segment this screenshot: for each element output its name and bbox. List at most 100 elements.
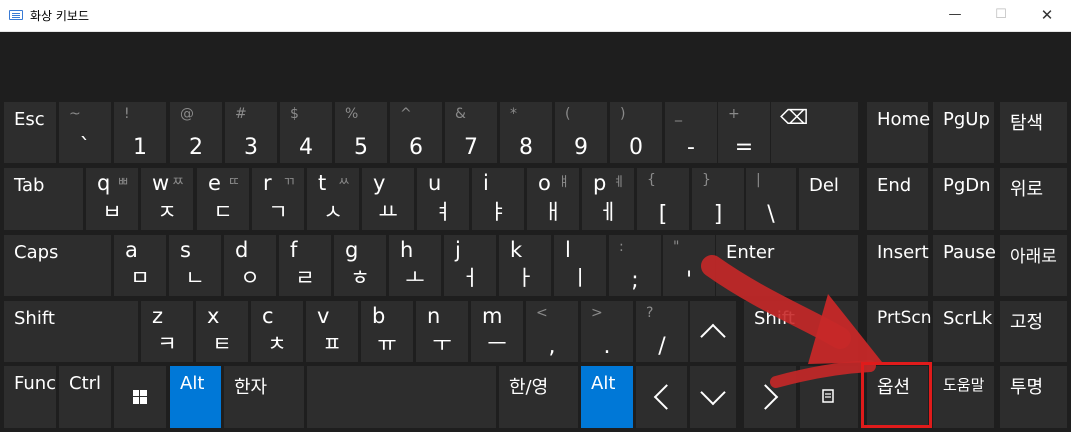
key-shift-left[interactable]: Shift (4, 301, 138, 362)
key-arrow-left[interactable] (636, 366, 687, 428)
key-windows[interactable] (114, 366, 166, 428)
key-row4-0[interactable]: zㅋ (141, 301, 193, 362)
key-row2-7[interactable]: iㅑ (472, 168, 524, 230)
key-help[interactable]: 도움말 (933, 366, 994, 428)
key-fade[interactable]: 투명 (1000, 366, 1067, 428)
maximize-button[interactable]: ☐ (978, 0, 1024, 31)
key-menu[interactable] (800, 366, 858, 428)
key-row1-2[interactable]: @2 (170, 102, 222, 163)
key-del[interactable]: Del (799, 168, 859, 230)
key-func[interactable]: Func (4, 366, 56, 428)
key-end[interactable]: End (867, 168, 928, 230)
close-button[interactable]: ✕ (1024, 0, 1070, 31)
key-arrow-right[interactable] (744, 366, 796, 428)
key-row1-4[interactable]: $4 (280, 102, 332, 163)
key-caps[interactable]: Caps (4, 235, 111, 296)
key-row3-7[interactable]: kㅏ (499, 235, 551, 296)
key-row4-9[interactable]: ? / (636, 301, 688, 362)
menu-icon (822, 389, 834, 403)
key-row4-1[interactable]: xㅌ (196, 301, 248, 362)
key-letter: u (428, 171, 442, 195)
key-row1-10[interactable]: ) 0 (610, 102, 662, 163)
key-row1-0[interactable]: ~ ` (59, 102, 111, 163)
key-row3-6[interactable]: jㅓ (444, 235, 496, 296)
key-jamo: ㅔ (598, 200, 618, 224)
key-space[interactable] (307, 366, 496, 428)
key-jamo: ㅊ (267, 332, 287, 356)
key-jamo: ㅗ (405, 266, 425, 290)
key-row2-5[interactable]: yㅛ (362, 168, 414, 230)
key-pause[interactable]: Pause (933, 235, 996, 296)
key-row1-11[interactable]: _ - (665, 102, 717, 163)
key-row1-1[interactable]: ! 1 (114, 102, 166, 163)
key-jamo: ㅡ (487, 332, 507, 356)
key-shift-right[interactable]: Shift (744, 301, 858, 362)
key-main-label: ] (713, 202, 723, 227)
key-row2-6[interactable]: uㅕ (417, 168, 469, 230)
key-row2-10[interactable]: {[ (637, 168, 689, 230)
key-row2-3[interactable]: rㄲㄱ (252, 168, 304, 230)
key-row3-8[interactable]: lㅣ (554, 235, 606, 296)
key-esc[interactable]: Esc (4, 102, 56, 163)
key-down-kr[interactable]: 아래로 (1000, 235, 1067, 296)
key-alt-left[interactable]: Alt (170, 366, 221, 428)
key-main-label: 9 (574, 135, 588, 160)
key-fix[interactable]: 고정 (1000, 301, 1067, 362)
key-enter[interactable]: Enter (716, 235, 858, 296)
key-row2-2[interactable]: eㄸㄷ (197, 168, 249, 230)
minimize-button[interactable]: — (932, 0, 978, 31)
key-main-label: 3 (244, 135, 258, 160)
key-row4-6[interactable]: mㅡ (471, 301, 523, 362)
key-row4-2[interactable]: cㅊ (251, 301, 303, 362)
key-row3-9[interactable]: :; (609, 235, 661, 296)
key-row2-1[interactable]: wㅉㅈ (141, 168, 193, 230)
key-home[interactable]: Home (867, 102, 930, 163)
key-row1-6[interactable]: ^ 6 (390, 102, 442, 163)
key-row2-11[interactable]: }] (692, 168, 744, 230)
key-row3-0[interactable]: aㅁ (114, 235, 166, 296)
key-scrlk[interactable]: ScrLk (933, 301, 994, 362)
key-ctrl[interactable]: Ctrl (59, 366, 111, 428)
key-prtscn[interactable]: PrtScn (867, 301, 932, 362)
key-row1-7[interactable]: & 7 (445, 102, 497, 163)
key-row2-0[interactable]: qㅃㅂ (86, 168, 138, 230)
key-hanyeong[interactable]: 한/영 (499, 366, 578, 428)
key-row3-3[interactable]: fㄹ (279, 235, 331, 296)
key-row4-7[interactable]: <, (526, 301, 578, 362)
key-row3-10[interactable]: " ' (663, 235, 715, 296)
key-row4-5[interactable]: nㅜ (416, 301, 468, 362)
key-row3-4[interactable]: gㅎ (334, 235, 386, 296)
key-row3-5[interactable]: hㅗ (389, 235, 441, 296)
key-row1-5[interactable]: % 5 (335, 102, 387, 163)
key-shift-label: @ (180, 106, 194, 122)
backspace-icon: ⌫ (780, 105, 809, 129)
key-arrow-down[interactable] (690, 366, 736, 428)
key-search[interactable]: 탐색 (1000, 102, 1067, 163)
key-row2-4[interactable]: tㅆㅅ (307, 168, 359, 230)
key-row2-8[interactable]: oㅒㅐ (527, 168, 579, 230)
key-row4-4[interactable]: bㅠ (361, 301, 413, 362)
key-row3-1[interactable]: sㄴ (169, 235, 221, 296)
key-letter: a (125, 238, 138, 262)
key-row2-12[interactable]: | \ (746, 168, 796, 230)
key-pgup[interactable]: PgUp (933, 102, 994, 163)
key-row1-12[interactable]: + = (718, 102, 770, 163)
key-row3-2[interactable]: dㅇ (224, 235, 276, 296)
key-row1-9[interactable]: (9 (555, 102, 607, 163)
key-tab[interactable]: Tab (4, 168, 83, 230)
key-pgdn[interactable]: PgDn (933, 168, 994, 230)
key-main-label: [ (658, 202, 668, 227)
key-backspace[interactable]: ⌫ (771, 102, 858, 163)
key-alt-right[interactable]: Alt (581, 366, 633, 428)
key-arrow-up[interactable] (690, 301, 736, 362)
key-row4-8[interactable]: >. (581, 301, 633, 362)
key-letter: d (235, 238, 249, 262)
key-insert[interactable]: Insert (867, 235, 929, 296)
key-row1-3[interactable]: #3 (225, 102, 277, 163)
key-row4-3[interactable]: vㅍ (306, 301, 358, 362)
key-row2-9[interactable]: pㅖㅔ (582, 168, 634, 230)
key-up-kr[interactable]: 위로 (1000, 168, 1067, 230)
key-jamo: ㅈ (157, 200, 177, 224)
key-hanja[interactable]: 한자 (224, 366, 304, 428)
key-row1-8[interactable]: * 8 (500, 102, 552, 163)
